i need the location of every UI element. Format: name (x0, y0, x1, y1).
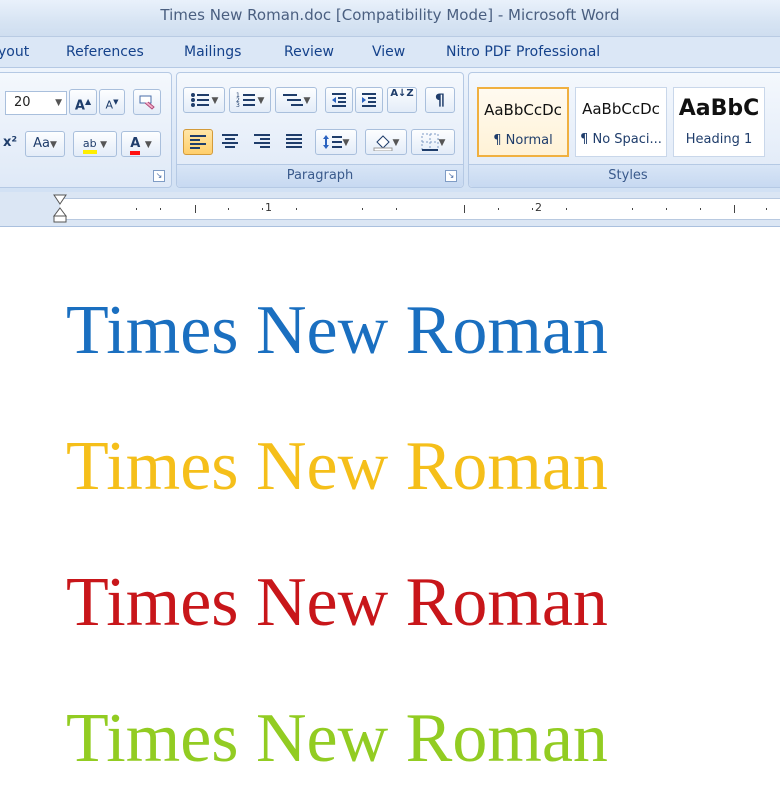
document-page[interactable]: Times New Roman Times New Roman Times Ne… (0, 227, 780, 800)
increase-indent-icon (362, 92, 376, 107)
tab-references[interactable]: References (66, 44, 144, 60)
tab-mailings[interactable]: Mailings (184, 44, 241, 60)
doc-line-2[interactable]: Times New Roman (66, 427, 608, 507)
multilevel-list-button[interactable]: ▼ (275, 87, 317, 113)
styles-group-label: Styles (469, 164, 780, 187)
style-sample: AaBbCcDc (582, 100, 660, 118)
paragraph-group: ▼ 1 2 3 ▼ ▼ A↓Z ¶ ▼ ▼ ▼ Paragraph ↘ (176, 72, 464, 188)
justify-button[interactable] (279, 129, 309, 155)
tab-nitro-pdf[interactable]: Nitro PDF Professional (446, 44, 600, 60)
style-no-spacing[interactable]: AaBbCcDc ¶ No Spaci... (575, 87, 667, 157)
change-case-icon: Aa (33, 136, 50, 151)
styles-group: AaBbCcDc ¶ Normal AaBbCcDc ¶ No Spaci...… (468, 72, 780, 188)
decrease-indent-icon (332, 92, 346, 107)
bullets-icon (190, 92, 209, 107)
font-group: 20 ▼ A▲ A▼ x² Aa▼ ab ▼ A ▼ ↘ (0, 72, 172, 188)
superscript-icon: x² (2, 135, 18, 150)
ruler-strip (60, 198, 780, 220)
sort-icon: A↓Z (390, 88, 414, 99)
line-spacing-icon (322, 134, 342, 149)
ruler-ticks (136, 205, 767, 213)
align-center-button[interactable] (215, 129, 245, 155)
font-dialog-launcher[interactable]: ↘ (153, 170, 165, 182)
clear-formatting-button[interactable] (133, 89, 161, 115)
highlight-button[interactable]: ab ▼ (73, 131, 117, 157)
borders-button[interactable]: ▼ (411, 129, 455, 155)
horizontal-ruler[interactable]: 1 2 (0, 192, 780, 227)
justify-icon (286, 133, 302, 148)
style-name: ¶ No Spaci... (580, 132, 662, 147)
align-left-icon (190, 134, 206, 149)
svg-text:3: 3 (236, 102, 240, 109)
decrease-indent-button[interactable] (325, 87, 353, 113)
tab-view[interactable]: View (372, 44, 405, 60)
indent-marker-icon[interactable] (53, 194, 67, 224)
ribbon: 20 ▼ A▲ A▼ x² Aa▼ ab ▼ A ▼ ↘ ▼ 1 2 3 ▼ ▼… (0, 67, 780, 193)
align-center-icon (222, 133, 238, 148)
tab-page-layout[interactable]: yout (0, 44, 29, 60)
numbering-icon: 1 2 3 (236, 92, 255, 109)
paragraph-dialog-launcher[interactable]: ↘ (445, 170, 457, 182)
change-case-button[interactable]: Aa▼ (25, 131, 65, 157)
multilevel-list-icon (282, 93, 303, 106)
superscript-button[interactable]: x² (0, 131, 21, 157)
increase-indent-button[interactable] (355, 87, 383, 113)
paragraph-group-label: Paragraph (177, 164, 463, 187)
align-right-icon (254, 133, 270, 148)
grow-font-icon: A (74, 98, 85, 114)
align-left-button[interactable] (183, 129, 213, 155)
style-name: ¶ Normal (493, 133, 553, 148)
eraser-icon (139, 95, 155, 110)
title-bar: Times New Roman.doc [Compatibility Mode]… (0, 0, 780, 37)
doc-line-3[interactable]: Times New Roman (66, 563, 608, 643)
window-title: Times New Roman.doc [Compatibility Mode]… (160, 6, 620, 24)
font-color-button[interactable]: A ▼ (121, 131, 161, 157)
font-size-box[interactable]: 20 ▼ (5, 91, 67, 115)
show-marks-button[interactable]: ¶ (425, 87, 455, 113)
tab-review[interactable]: Review (284, 44, 334, 60)
sort-button[interactable]: A↓Z (387, 87, 417, 113)
ruler-mark-2: 2 (535, 201, 542, 214)
font-color-icon: A (130, 136, 141, 155)
style-sample: AaBbC (678, 96, 760, 121)
shrink-font-button[interactable]: A▼ (99, 89, 125, 115)
pilcrow-icon: ¶ (434, 90, 446, 109)
style-normal[interactable]: AaBbCcDc ¶ Normal (477, 87, 569, 157)
borders-icon (421, 133, 439, 151)
shrink-font-icon: A (105, 98, 114, 112)
highlight-icon: ab (82, 137, 97, 154)
line-spacing-button[interactable]: ▼ (315, 129, 357, 155)
chevron-down-icon[interactable]: ▼ (55, 92, 62, 114)
paint-bucket-icon (373, 134, 393, 151)
align-right-button[interactable] (247, 129, 277, 155)
doc-line-1[interactable]: Times New Roman (66, 291, 608, 371)
bullets-button[interactable]: ▼ (183, 87, 225, 113)
ribbon-tabs: yout References Mailings Review View Nit… (0, 37, 780, 67)
style-heading-1[interactable]: AaBbC Heading 1 (673, 87, 765, 157)
font-size-value: 20 (14, 95, 31, 110)
grow-font-button[interactable]: A▲ (69, 89, 97, 115)
ruler-mark-1: 1 (265, 201, 272, 214)
shading-button[interactable]: ▼ (365, 129, 407, 155)
style-sample: AaBbCcDc (484, 101, 562, 119)
doc-line-4[interactable]: Times New Roman (66, 699, 608, 779)
style-name: Heading 1 (685, 132, 753, 147)
numbering-button[interactable]: 1 2 3 ▼ (229, 87, 271, 113)
